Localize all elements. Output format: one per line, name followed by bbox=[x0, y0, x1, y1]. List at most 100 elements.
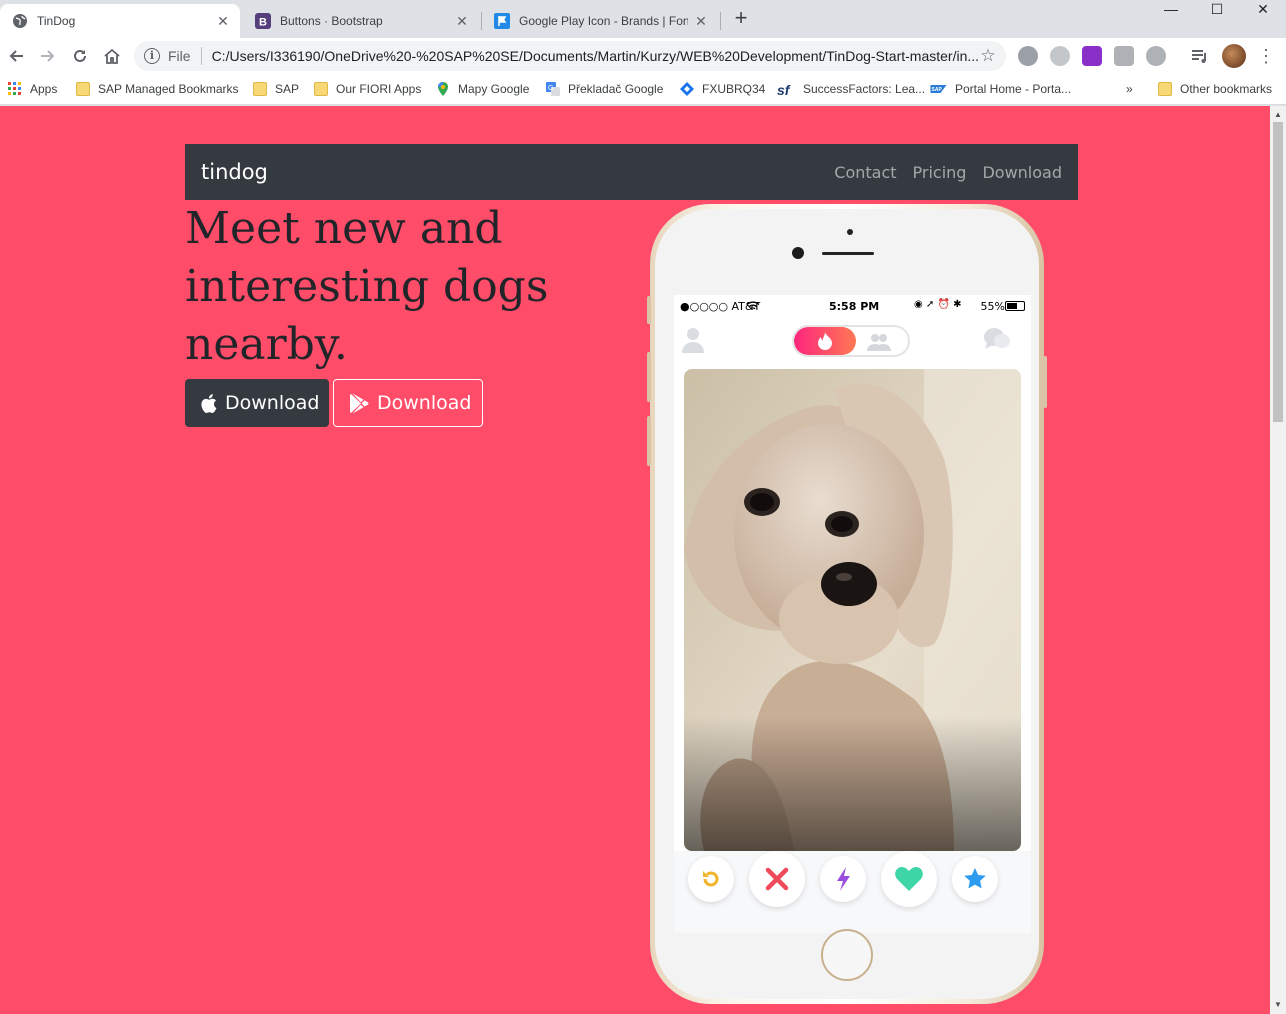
boost-icon bbox=[837, 867, 850, 891]
bookmark-sap-managed[interactable]: SAP Managed Bookmarks bbox=[76, 79, 239, 99]
info-icon[interactable]: i bbox=[144, 48, 160, 64]
menu-kebab-icon[interactable]: ⋮ bbox=[1256, 46, 1276, 66]
address-separator bbox=[200, 47, 202, 65]
reload-button[interactable] bbox=[68, 44, 92, 68]
extension-icon[interactable] bbox=[1082, 46, 1102, 66]
bookmark-portal-home[interactable]: SAP Portal Home - Porta... bbox=[930, 79, 1071, 99]
tab-title: TinDog bbox=[37, 14, 76, 28]
tab-font-awesome[interactable]: Google Play Icon - Brands | Font Awesome… bbox=[482, 4, 718, 38]
hero-headline: Meet new and interesting dogs nearby. bbox=[185, 203, 549, 370]
home-button[interactable] bbox=[100, 44, 124, 68]
reload-icon bbox=[74, 49, 86, 62]
extension-icon[interactable] bbox=[1018, 46, 1038, 66]
phone-speaker bbox=[822, 252, 874, 255]
nav-link-contact[interactable]: Contact bbox=[834, 163, 896, 182]
download-play-button[interactable]: Download bbox=[333, 379, 483, 427]
close-icon[interactable]: ✕ bbox=[216, 13, 230, 30]
profile-icon[interactable] bbox=[682, 327, 704, 353]
address-bar[interactable]: i File C:/Users/I336190/OneDrive%20-%20S… bbox=[134, 41, 1006, 71]
nav-link-download[interactable]: Download bbox=[982, 163, 1062, 182]
tab-tindog[interactable]: TinDog ✕ bbox=[0, 4, 240, 38]
discovery-toggle[interactable] bbox=[792, 325, 910, 357]
playlist-icon bbox=[1192, 50, 1206, 63]
nope-button[interactable] bbox=[749, 851, 805, 907]
toggle-active-segment bbox=[794, 327, 856, 355]
wifi-icon bbox=[746, 301, 760, 310]
phone-mockup: ●○○○○ AT&T 5:58 PM ◉ ➚ ⏰ ✱ 55% bbox=[647, 204, 1047, 1004]
dog-profile-card[interactable] bbox=[684, 369, 1021, 851]
page-scrollbar[interactable]: ▲ ▼ bbox=[1270, 106, 1286, 1014]
globe-icon bbox=[13, 14, 27, 28]
bookmark-apps[interactable]: Apps bbox=[8, 79, 57, 99]
nav-link-pricing[interactable]: Pricing bbox=[913, 163, 967, 182]
group-icon bbox=[867, 334, 891, 351]
diamond-icon bbox=[680, 82, 694, 96]
phone-power-button bbox=[1043, 356, 1047, 408]
tinder-app-bar bbox=[674, 317, 1031, 361]
download-apple-button[interactable]: Download bbox=[185, 379, 329, 427]
extension-icon[interactable] bbox=[1146, 46, 1166, 66]
google-play-icon bbox=[350, 392, 369, 414]
bookmark-label: Překladač Google bbox=[568, 82, 664, 96]
bookmark-label: Mapy Google bbox=[458, 82, 530, 96]
new-tab-button[interactable]: + bbox=[730, 7, 752, 30]
url-text: C:/Users/I336190/OneDrive%20-%20SAP%20SE… bbox=[211, 48, 978, 64]
status-time: 5:58 PM bbox=[829, 300, 880, 313]
folder-icon bbox=[253, 82, 267, 96]
messages-icon[interactable] bbox=[983, 327, 1011, 351]
bookmark-star-icon[interactable]: ☆ bbox=[978, 46, 998, 66]
svg-text:B: B bbox=[259, 17, 267, 29]
svg-text:G: G bbox=[548, 85, 553, 92]
extension-icon[interactable] bbox=[1050, 46, 1070, 66]
like-button[interactable] bbox=[881, 851, 937, 907]
bookmark-label: Other bookmarks bbox=[1180, 82, 1273, 96]
flag-icon bbox=[494, 13, 510, 29]
bookmark-fiori-apps[interactable]: Our FIORI Apps bbox=[314, 79, 421, 99]
folder-icon bbox=[1158, 82, 1172, 96]
arrow-right-icon bbox=[41, 50, 55, 62]
maximize-button[interactable]: ☐ bbox=[1194, 0, 1240, 20]
close-window-button[interactable]: ✕ bbox=[1240, 0, 1286, 20]
dog-photo bbox=[684, 369, 1021, 851]
bookmark-label: Portal Home - Porta... bbox=[955, 82, 1072, 96]
brand-logo[interactable]: tindog bbox=[201, 160, 268, 184]
bookmark-sap[interactable]: SAP bbox=[253, 79, 299, 99]
like-icon bbox=[895, 867, 923, 891]
phone-volume-up bbox=[647, 352, 651, 402]
bookmark-translate[interactable]: G Překladač Google bbox=[546, 79, 663, 99]
apple-icon bbox=[201, 393, 217, 413]
boost-button[interactable] bbox=[820, 856, 866, 902]
bookmark-mapy-google[interactable]: Mapy Google bbox=[436, 79, 529, 99]
avatar[interactable] bbox=[1222, 44, 1246, 68]
sap-icon: SAP bbox=[930, 85, 947, 93]
scroll-down-arrow-icon[interactable]: ▼ bbox=[1274, 1000, 1282, 1009]
extension-icon[interactable] bbox=[1114, 46, 1134, 66]
tab-bootstrap-buttons[interactable]: B Buttons · Bootstrap ✕ bbox=[243, 4, 479, 38]
bookmark-label: FXUBRQ34 bbox=[702, 82, 766, 96]
media-control-icon[interactable] bbox=[1190, 46, 1210, 66]
overflow-chevron-icon: » bbox=[1126, 82, 1133, 96]
back-button[interactable] bbox=[4, 44, 28, 68]
scroll-up-arrow-icon[interactable]: ▲ bbox=[1274, 110, 1282, 119]
apps-grid-icon bbox=[8, 82, 21, 95]
phone-screen: ●○○○○ AT&T 5:58 PM ◉ ➚ ⏰ ✱ 55% bbox=[674, 295, 1031, 933]
arrow-left-icon bbox=[9, 50, 23, 62]
svg-text:SAP: SAP bbox=[932, 87, 943, 93]
close-icon[interactable]: ✕ bbox=[694, 13, 708, 30]
bookmark-successfactors[interactable]: sf SuccessFactors: Lea... bbox=[777, 79, 925, 99]
close-icon[interactable]: ✕ bbox=[455, 13, 469, 30]
translate-icon: G bbox=[546, 82, 560, 96]
scrollbar-thumb[interactable] bbox=[1273, 122, 1283, 422]
bookmark-other[interactable]: Other bookmarks bbox=[1158, 79, 1272, 99]
phone-status-bar: ●○○○○ AT&T 5:58 PM ◉ ➚ ⏰ ✱ 55% bbox=[674, 295, 1031, 317]
folder-icon bbox=[314, 82, 328, 96]
bookmarks-overflow-button[interactable]: » bbox=[1126, 79, 1133, 99]
minimize-button[interactable]: — bbox=[1148, 0, 1194, 20]
bookmark-fxubrq34[interactable]: FXUBRQ34 bbox=[680, 79, 765, 99]
rewind-icon bbox=[703, 871, 719, 887]
rewind-button[interactable] bbox=[688, 856, 734, 902]
bookmark-label: SAP bbox=[275, 82, 300, 96]
super-like-button[interactable] bbox=[952, 856, 998, 902]
forward-button[interactable] bbox=[36, 44, 60, 68]
bookmark-label: Our FIORI Apps bbox=[336, 82, 422, 96]
